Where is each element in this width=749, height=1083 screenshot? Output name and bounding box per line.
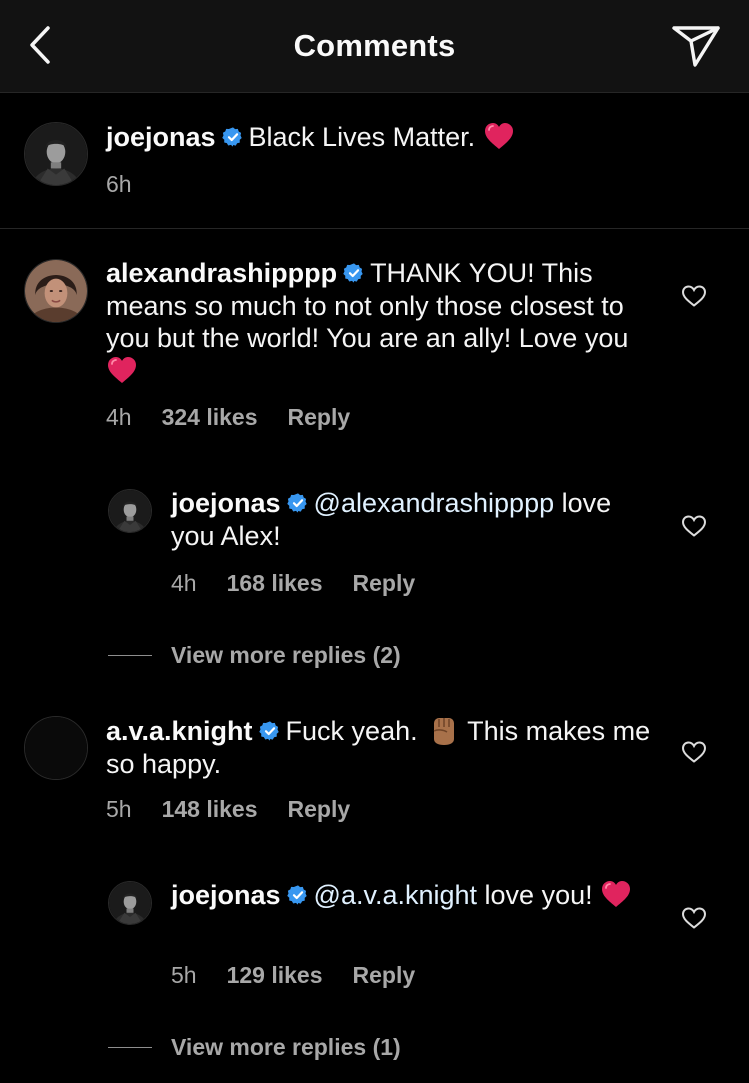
avatar[interactable] [108, 489, 152, 533]
reply-meta: 4h 168 likes Reply [171, 570, 445, 597]
username[interactable]: alexandrashipppp [106, 258, 337, 288]
reply-button[interactable]: Reply [288, 404, 351, 430]
timestamp: 4h [171, 570, 197, 596]
likes-count[interactable]: 168 likes [227, 570, 323, 596]
avatar[interactable] [24, 259, 88, 323]
username[interactable]: joejonas [106, 122, 216, 152]
red-heart-emoji-icon [106, 355, 138, 385]
red-heart-emoji-icon [600, 879, 632, 909]
timestamp: 5h [171, 962, 197, 988]
verified-badge-icon [343, 262, 365, 284]
reply-meta: 5h 129 likes Reply [171, 962, 445, 989]
likes-count[interactable]: 324 likes [162, 404, 258, 430]
joejonas-avatar-image [25, 123, 87, 185]
username[interactable]: joejonas [171, 488, 281, 518]
like-button[interactable] [681, 514, 707, 538]
heart-outline-icon [681, 740, 707, 764]
reply-body: love you! [484, 880, 593, 910]
username[interactable]: joejonas [171, 880, 281, 910]
comment-text: alexandrashipppp THANK YOU! This means so… [106, 257, 651, 387]
heart-outline-icon [681, 514, 707, 538]
heart-outline-icon [681, 906, 707, 930]
raised-fist-emoji-icon [427, 713, 461, 747]
view-more-divider [108, 655, 152, 656]
paper-plane-icon [672, 26, 720, 67]
likes-count[interactable]: 129 likes [227, 962, 323, 988]
mention-link[interactable]: @a.v.a.knight [314, 880, 478, 910]
ava-knight-avatar-image [25, 717, 87, 779]
caption-text: joejonas Black Lives Matter. [106, 121, 646, 154]
comment-meta: 5h 148 likes Reply [106, 796, 380, 823]
like-button[interactable] [681, 284, 707, 308]
mention-link[interactable]: @alexandrashipppp [314, 488, 555, 518]
reply-button[interactable]: Reply [353, 962, 416, 988]
like-button[interactable] [681, 906, 707, 930]
avatar[interactable] [108, 881, 152, 925]
timestamp: 4h [106, 404, 132, 430]
verified-badge-icon [222, 126, 244, 148]
timestamp: 5h [106, 796, 132, 822]
comment-text: a.v.a.knight Fuck yeah. This makes me so … [106, 713, 651, 780]
share-button[interactable] [671, 22, 721, 68]
caption-body: Black Lives Matter. [248, 122, 476, 152]
comment-body-start: Fuck yeah. [285, 716, 418, 746]
heart-outline-icon [681, 284, 707, 308]
reply-button[interactable]: Reply [288, 796, 351, 822]
reply-text: joejonas @alexandrashipppp love you Alex! [171, 487, 651, 552]
reply-button[interactable]: Reply [353, 570, 416, 596]
verified-badge-icon [287, 884, 309, 906]
joejonas-avatar-image [109, 490, 151, 532]
red-heart-emoji-icon [483, 121, 515, 151]
likes-count[interactable]: 148 likes [162, 796, 258, 822]
verified-badge-icon [259, 720, 281, 742]
verified-badge-icon [287, 492, 309, 514]
timestamp: 6h [106, 171, 132, 197]
view-more-divider [108, 1047, 152, 1048]
username[interactable]: a.v.a.knight [106, 716, 253, 746]
avatar[interactable] [24, 122, 88, 186]
reply-text: joejonas @a.v.a.knight love you! [171, 879, 651, 912]
caption-meta: 6h [106, 171, 162, 198]
header-bar: Comments [0, 0, 749, 93]
page-title: Comments [293, 28, 456, 63]
like-button[interactable] [681, 740, 707, 764]
view-more-replies-button[interactable]: View more replies (2) [171, 642, 401, 669]
alexandrashipppp-avatar-image [25, 260, 87, 322]
joejonas-avatar-image [109, 882, 151, 924]
post-caption: joejonas Black Lives Matter. 6h [0, 93, 749, 229]
avatar[interactable] [24, 716, 88, 780]
comment-meta: 4h 324 likes Reply [106, 404, 380, 431]
view-more-replies-button[interactable]: View more replies (1) [171, 1034, 401, 1061]
